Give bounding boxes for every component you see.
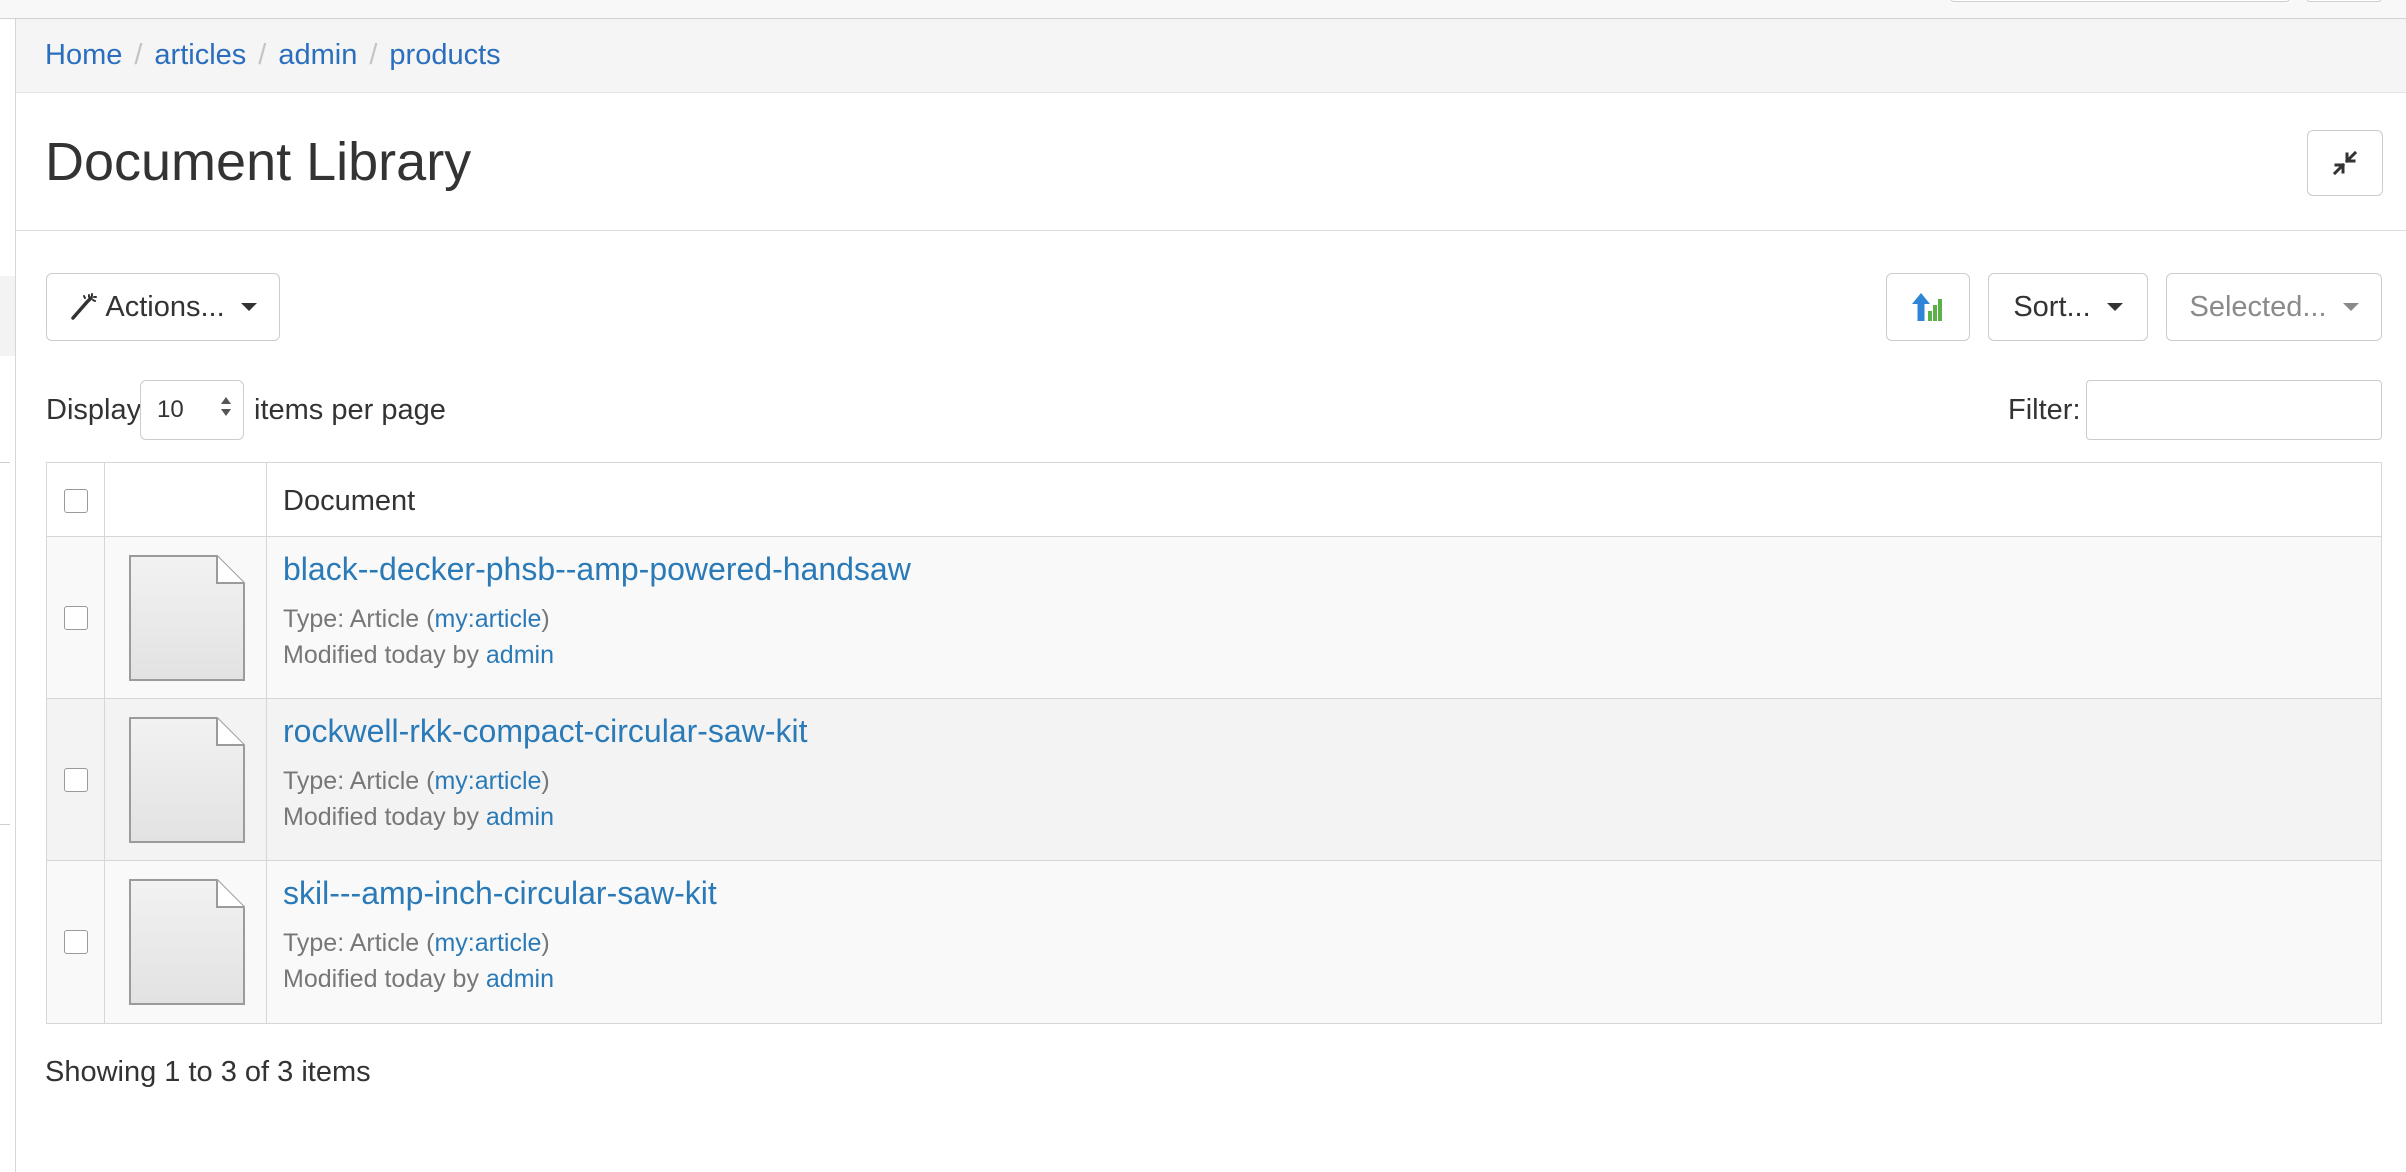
table-row: black--decker-phsb--amp-powered-handsaw … [47,537,2381,699]
sort-dropdown-button[interactable]: Sort... [1988,273,2148,341]
breadcrumb-separator: / [369,39,378,71]
thumbnail-column-header [105,463,267,536]
document-modified: Modified today by admin [283,641,554,669]
document-column-header: Document [283,485,416,517]
chevron-down-icon [2342,303,2359,311]
sort-label: Sort... [2013,290,2091,323]
modified-user-link[interactable]: admin [486,965,554,993]
left-rail [0,0,16,1172]
actions-label: Actions... [105,290,225,323]
top-header-strip [0,0,2406,19]
items-per-page-select[interactable]: 10 [140,380,244,440]
table-row: skil---amp-inch-circular-saw-kit Type: A… [47,861,2381,1023]
breadcrumb-separator: / [134,39,143,71]
left-rail-tick [0,462,10,463]
selected-dropdown-button[interactable]: Selected... [2166,273,2382,341]
document-type: Type: Article (my:article) [283,605,550,633]
left-rail-tick [0,824,10,825]
upload-arrow-icon [1912,293,1942,321]
row-checkbox[interactable] [64,930,88,954]
breadcrumb: Home / articles / admin / products [16,19,2406,93]
modified-user-link[interactable]: admin [486,803,554,831]
page-header: Document Library [16,93,2406,231]
collapse-button[interactable] [2307,130,2383,196]
paging-controls: Display 10 items per page Filter: [46,380,2382,440]
modified-user-link[interactable]: admin [486,641,554,669]
document-type: Type: Article (my:article) [283,929,550,957]
breadcrumb-articles[interactable]: articles [154,39,246,72]
top-search-control[interactable] [1950,0,2290,2]
document-modified: Modified today by admin [283,803,554,831]
select-all-checkbox[interactable] [64,489,88,513]
chevron-down-icon [2106,303,2123,311]
filter-input[interactable] [2086,380,2382,440]
table-header-row: Document [47,463,2381,537]
left-rail-marker [0,276,15,356]
breadcrumb-admin[interactable]: admin [278,39,357,72]
selected-label: Selected... [2189,290,2327,323]
items-per-page-label: items per page [254,394,446,426]
items-per-page-value: 10 [157,396,184,423]
type-link[interactable]: my:article [434,929,541,957]
toolbar: Actions... Sort... Selected... [46,273,2382,341]
top-button-control[interactable] [2306,0,2382,2]
row-checkbox[interactable] [64,768,88,792]
actions-dropdown-button[interactable]: Actions... [46,273,280,341]
compress-arrows-icon [2332,150,2358,176]
document-icon[interactable] [129,555,245,681]
document-title-link[interactable]: rockwell-rkk-compact-circular-saw-kit [283,713,807,750]
document-icon[interactable] [129,879,245,1005]
magic-wand-icon [69,293,98,321]
filter-label: Filter: [2008,394,2081,426]
table-row: rockwell-rkk-compact-circular-saw-kit Ty… [47,699,2381,861]
page-title: Document Library [45,132,472,192]
type-link[interactable]: my:article [434,767,541,795]
pagination-summary: Showing 1 to 3 of 3 items [45,1056,371,1088]
breadcrumb-products[interactable]: products [389,39,500,72]
upload-button[interactable] [1886,273,1970,341]
breadcrumb-separator: / [258,39,267,71]
row-checkbox[interactable] [64,606,88,630]
document-type: Type: Article (my:article) [283,767,550,795]
chevron-down-icon [240,303,257,311]
document-table: Document black--decker-phsb--amp-powered… [46,462,2382,1024]
document-title-link[interactable]: skil---amp-inch-circular-saw-kit [283,875,717,912]
document-title-link[interactable]: black--decker-phsb--amp-powered-handsaw [283,551,911,588]
document-modified: Modified today by admin [283,965,554,993]
up-down-arrows-icon [221,397,233,416]
breadcrumb-home[interactable]: Home [45,39,122,72]
display-label: Display [46,394,142,426]
document-icon[interactable] [129,717,245,843]
type-link[interactable]: my:article [434,605,541,633]
